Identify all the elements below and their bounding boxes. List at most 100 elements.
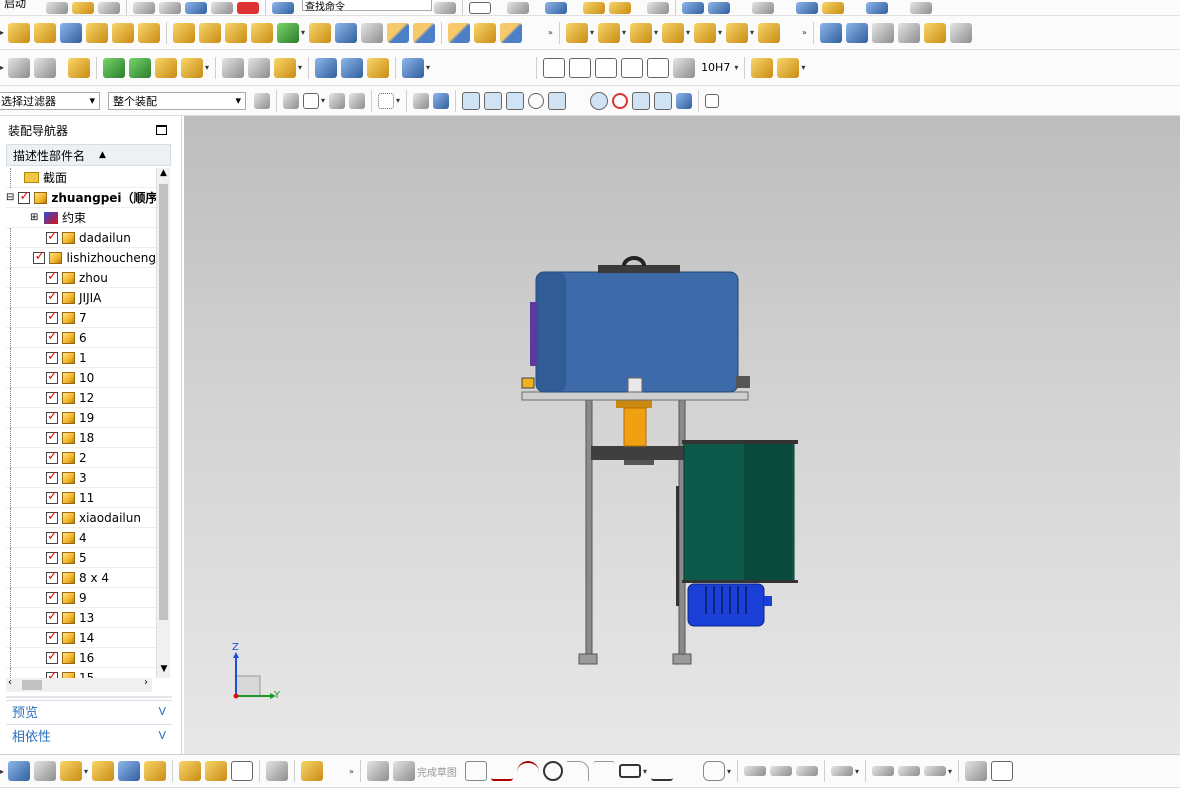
- wave-icon[interactable]: [222, 57, 245, 78]
- trim-body-icon[interactable]: [500, 22, 523, 43]
- visibility-checkbox[interactable]: [46, 369, 58, 384]
- tree-row[interactable]: 4: [6, 527, 156, 548]
- profile-icon[interactable]: [464, 761, 487, 781]
- constraint-icon[interactable]: [597, 22, 620, 43]
- snap-bounded-icon[interactable]: [676, 92, 693, 109]
- sweep-icon[interactable]: [897, 22, 920, 43]
- snap-endpoint-icon[interactable]: [484, 91, 503, 110]
- save-icon[interactable]: [98, 1, 120, 14]
- array-icon[interactable]: [225, 22, 248, 43]
- rectangle-icon[interactable]: [618, 764, 641, 778]
- layers-icon[interactable]: [34, 57, 57, 78]
- quick-trim-icon[interactable]: [743, 766, 766, 776]
- visibility-checkbox[interactable]: [46, 509, 58, 524]
- start-menu-label[interactable]: 启动: [4, 0, 26, 11]
- cylinder-icon[interactable]: [86, 22, 109, 43]
- command-finder-input[interactable]: 查找命令: [302, 0, 432, 13]
- pattern-icon[interactable]: [173, 22, 196, 43]
- scroll-down-icon[interactable]: ▼: [157, 664, 171, 678]
- clearance-icon[interactable]: [266, 761, 289, 781]
- tree-row[interactable]: 10: [6, 367, 156, 388]
- tree-row[interactable]: 截面: [6, 168, 156, 188]
- offset-curve-icon[interactable]: [702, 761, 725, 781]
- dimension-constraint-icon[interactable]: [897, 766, 920, 776]
- snap-quadrant-icon[interactable]: [612, 92, 629, 109]
- finish-sketch-icon[interactable]: [392, 761, 415, 781]
- scroll-left-icon[interactable]: ‹: [8, 677, 12, 688]
- revolve-icon[interactable]: [34, 22, 57, 43]
- snap-curve-icon[interactable]: [528, 92, 545, 109]
- view-cube-icon[interactable]: [545, 1, 567, 14]
- copy-icon[interactable]: [159, 1, 181, 14]
- tree-horizontal-scrollbar[interactable]: ‹ ›: [6, 677, 152, 692]
- tree-row[interactable]: lishizhoucheng: [6, 247, 156, 268]
- search-icon[interactable]: [434, 1, 456, 14]
- geometric-constraint-icon[interactable]: [871, 766, 894, 776]
- group-icon[interactable]: [205, 761, 228, 781]
- pmi-icon[interactable]: [866, 1, 888, 14]
- scroll-right-icon[interactable]: ›: [144, 677, 148, 688]
- arrangement-icon[interactable]: [179, 761, 202, 781]
- snap-midpoint-icon[interactable]: [506, 91, 525, 110]
- measure-icon[interactable]: [796, 1, 818, 14]
- visibility-checkbox[interactable]: [46, 309, 58, 324]
- column-header[interactable]: 描述性部件名 ▲: [6, 144, 171, 166]
- tree-row[interactable]: ⊞ 约束: [6, 208, 156, 228]
- pocket-icon[interactable]: [361, 22, 384, 43]
- grid-icon[interactable]: [595, 57, 618, 78]
- visibility-checkbox[interactable]: [46, 329, 58, 344]
- visibility-checkbox[interactable]: [46, 549, 58, 564]
- assembly-icon[interactable]: [8, 761, 31, 781]
- tree-row[interactable]: 11: [6, 487, 156, 508]
- spring-icon[interactable]: [315, 57, 338, 78]
- tree-row[interactable]: 5: [6, 547, 156, 568]
- cone-icon[interactable]: [112, 22, 135, 43]
- auto-constraint-icon[interactable]: [923, 766, 946, 776]
- fit-all-icon[interactable]: [777, 57, 800, 78]
- fit-view-icon[interactable]: [991, 761, 1013, 781]
- note-icon[interactable]: [647, 57, 670, 78]
- thread-icon[interactable]: [8, 57, 31, 78]
- shell-icon[interactable]: [387, 22, 410, 43]
- select-box-icon[interactable]: [303, 92, 319, 109]
- visibility-checkbox[interactable]: [46, 409, 58, 424]
- visibility-checkbox[interactable]: [46, 349, 58, 364]
- hscroll-thumb[interactable]: [22, 680, 42, 690]
- sketch-icon[interactable]: [366, 761, 389, 781]
- balloon-icon[interactable]: [621, 57, 644, 78]
- view-iso-icon[interactable]: [433, 92, 450, 109]
- chain-icon[interactable]: [301, 761, 324, 781]
- view-layout-icon[interactable]: [965, 761, 987, 781]
- expand-icon[interactable]: ⊞: [30, 212, 40, 223]
- replace-component-icon[interactable]: [92, 761, 115, 781]
- collapse-icon[interactable]: ⊟: [6, 192, 14, 203]
- redo-icon[interactable]: [211, 1, 233, 14]
- new-component-icon[interactable]: [34, 761, 57, 781]
- triangle-icon[interactable]: [543, 57, 566, 78]
- assembly-model[interactable]: [184, 116, 1180, 754]
- add-component-icon[interactable]: [565, 22, 588, 43]
- tree-row[interactable]: 8 x 4: [6, 567, 156, 588]
- scroll-up-icon[interactable]: ▲: [157, 168, 170, 182]
- visibility-checkbox[interactable]: [46, 449, 58, 464]
- tree-row[interactable]: 9: [6, 587, 156, 608]
- extrude-icon[interactable]: [8, 22, 31, 43]
- view-shaded-icon[interactable]: [413, 92, 430, 109]
- sew-icon[interactable]: [474, 22, 497, 43]
- box-icon[interactable]: [583, 1, 605, 14]
- tree-row[interactable]: 3: [6, 467, 156, 488]
- report-icon[interactable]: [752, 1, 774, 14]
- sketch-view-icon[interactable]: [469, 1, 491, 14]
- subtract-icon[interactable]: [277, 22, 300, 43]
- unite-icon[interactable]: [251, 22, 274, 43]
- pin-icon[interactable]: [341, 57, 364, 78]
- fill-surface-icon[interactable]: [923, 22, 946, 43]
- tree-row[interactable]: 15: [6, 667, 156, 678]
- tree-row[interactable]: 1: [6, 347, 156, 368]
- weld-icon[interactable]: [673, 57, 696, 78]
- circle-icon[interactable]: [542, 761, 563, 781]
- chamfer-icon[interactable]: [592, 761, 615, 781]
- graphics-viewport[interactable]: Z Y: [184, 116, 1180, 754]
- tree-row[interactable]: 13: [6, 607, 156, 628]
- sphere-icon[interactable]: [138, 22, 161, 43]
